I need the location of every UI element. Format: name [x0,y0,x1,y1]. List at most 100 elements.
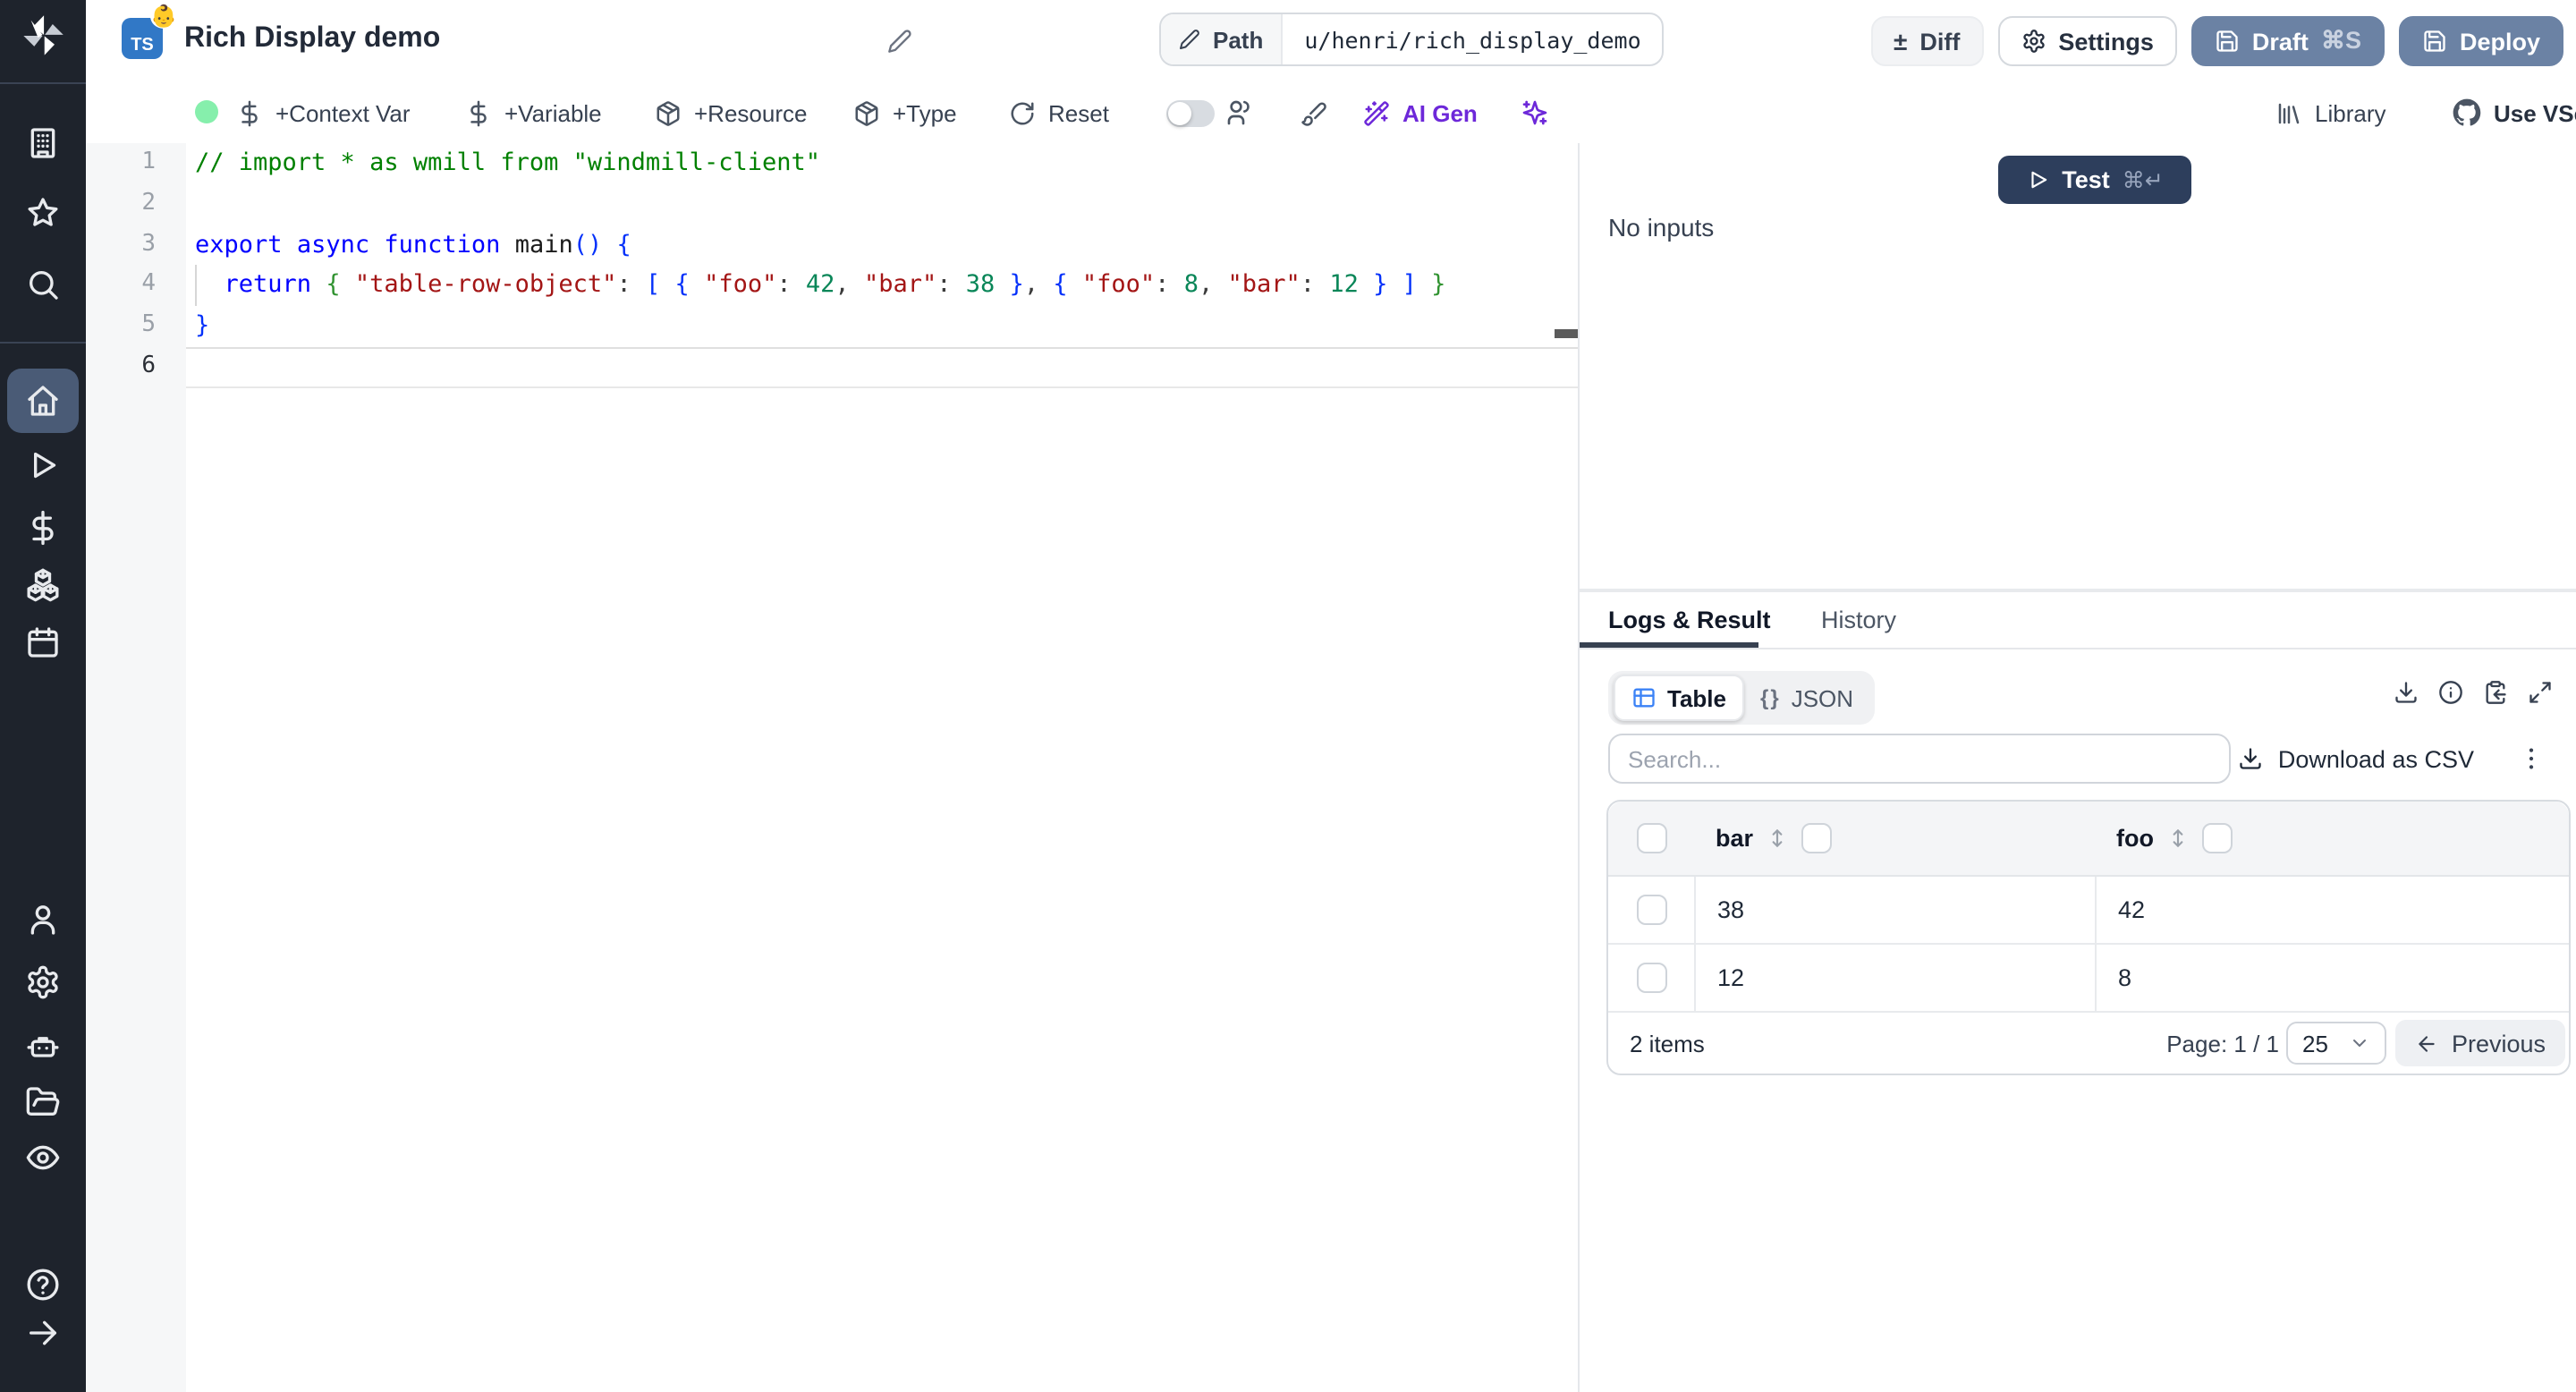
column-toggle-checkbox[interactable] [1801,823,1833,853]
folder-icon[interactable] [25,1084,61,1120]
sparkles-icon[interactable] [1521,98,1549,127]
line-number: 1 [141,149,156,175]
code-editor[interactable]: 1 2 3 4 5 6 // import * as wmill from "windmi… [86,143,1578,1392]
code-line[interactable] [195,347,1578,388]
package-icon [657,100,680,125]
save-icon [2424,30,2445,52]
star-icon[interactable] [25,195,61,231]
row-checkbox[interactable] [1636,963,1666,993]
tab-history[interactable]: History [1821,592,1896,648]
column-header-bar[interactable]: bar [1716,825,1753,852]
more-options-kebab-icon[interactable] [2517,744,2546,773]
code-line[interactable] [195,184,1578,225]
deploy-button[interactable]: Deploy [2398,16,2563,66]
users-icon[interactable] [1225,98,1254,127]
column-toggle-checkbox[interactable] [2202,823,2233,853]
reset-button[interactable]: Reset [1009,82,1109,143]
building-icon[interactable] [25,125,61,161]
overview-ruler-mark [1555,329,1578,338]
table-controls: Download as CSV [1608,734,2553,784]
table-cell: 42 [2118,896,2146,923]
status-dot [195,100,218,123]
draft-shortcut: ⌘S [2320,27,2361,54]
draft-button[interactable]: Draft ⌘S [2190,16,2385,66]
line-number: 4 [141,270,156,298]
diff-button[interactable]: ± Diff [1870,16,1984,66]
line-number: 6 [141,352,156,379]
tab-logs-result[interactable]: Logs & Result [1608,592,1771,648]
path-badge: Path u/henri/rich_display_demo [1159,13,1665,66]
page-title: Rich Display demo [184,23,441,54]
editor-gutter: 1 2 3 4 5 6 [86,143,186,1392]
assistant-toggle[interactable] [1166,100,1215,127]
code-line[interactable]: return { "table-row-object": [ { "foo": … [195,266,1578,307]
resources-cubes-icon[interactable] [25,567,61,603]
use-vscode-button[interactable]: Use VScode [2453,82,2576,143]
script-emoji: 👶 [150,4,177,29]
info-icon[interactable] [2438,680,2463,705]
path-value[interactable]: u/henri/rich_display_demo [1283,14,1662,64]
search-input[interactable] [1608,734,2231,784]
test-button[interactable]: Test ⌘↵ [1998,156,2191,204]
sort-icon[interactable] [2166,827,2190,850]
code-line[interactable]: // import * as wmill from "windmill-clie… [195,143,1578,184]
previous-page-button[interactable]: Previous [2395,1020,2565,1066]
runs-play-icon[interactable] [25,447,61,483]
download-icon[interactable] [2394,680,2419,705]
row-checkbox[interactable] [1636,895,1666,925]
maximize-icon[interactable] [2528,680,2553,705]
library-button[interactable]: Library [2275,82,2386,143]
schedules-calendar-icon[interactable] [25,624,61,660]
help-icon[interactable] [25,1267,61,1303]
expand-arrow-icon[interactable] [25,1315,61,1351]
home-icon[interactable] [25,383,61,419]
table-row[interactable]: 38 42 [1608,877,2569,945]
page-size-select[interactable]: 25 [2286,1022,2386,1065]
table-icon [1633,688,1655,708]
add-resource-button[interactable]: +Resource [655,82,807,143]
search-icon[interactable] [25,267,61,302]
table-row[interactable]: 12 8 [1608,945,2569,1013]
clipboard-copy-icon[interactable] [2483,680,2508,705]
add-variable-button[interactable]: +Variable [465,82,602,143]
sidebar-divider-top [0,82,86,84]
workers-robot-icon[interactable] [25,1029,61,1065]
save-icon [2216,30,2238,52]
format-brush-icon[interactable] [1301,100,1327,127]
select-all-checkbox[interactable] [1636,823,1666,853]
windmill-logo-icon[interactable] [20,13,66,59]
refresh-icon [1011,101,1034,124]
library-icon [2278,102,2300,123]
ai-gen-button[interactable]: AI Gen [1363,82,1478,143]
view-json-button[interactable]: {} JSON [1744,676,1869,719]
settings-gear-icon[interactable] [25,964,61,1000]
topbar-buttons: ± Diff Settings Draft ⌘S Deploy [1870,16,2563,66]
settings-button[interactable]: Settings [1997,16,2177,66]
braces-icon: {} [1760,685,1781,710]
variables-dollar-icon[interactable] [25,510,61,546]
add-type-button[interactable]: +Type [853,82,957,143]
line-number: 3 [141,230,156,258]
play-icon [2030,171,2046,189]
settings-gear-icon [2022,30,2045,53]
view-table-button[interactable]: Table [1614,675,1744,721]
result-table: bar foo 38 42 12 8 2 items Page: 1 / 1 25 [1606,800,2571,1075]
code-line[interactable]: export async function main() { [195,225,1578,266]
wand-sparkles-icon [1364,100,1389,125]
column-header-foo[interactable]: foo [2116,825,2154,852]
edit-path-button[interactable]: Path [1161,14,1284,64]
add-context-var-button[interactable]: +Context Var [236,82,411,143]
code-line[interactable]: } [195,306,1578,347]
editor-code[interactable]: // import * as wmill from "windmill-clie… [195,143,1578,388]
user-icon[interactable] [25,902,61,938]
download-csv-button[interactable]: Download as CSV [2239,745,2474,772]
eye-icon[interactable] [25,1140,61,1176]
no-inputs-label: No inputs [1608,213,1715,242]
topbar: TS 👶 Rich Display demo Path u/henri/rich… [86,0,2576,84]
right-panel: Test ⌘↵ No inputs Logs & Result History … [1578,143,2576,1392]
page-indicator: Page: 1 / 1 [2166,1030,2279,1057]
result-tabs: Logs & Result History [1580,592,2576,649]
edit-title-pencil-icon[interactable] [887,29,912,54]
app-root: TS 👶 Rich Display demo Path u/henri/rich… [0,0,2576,1392]
sort-icon[interactable] [1766,827,1789,850]
